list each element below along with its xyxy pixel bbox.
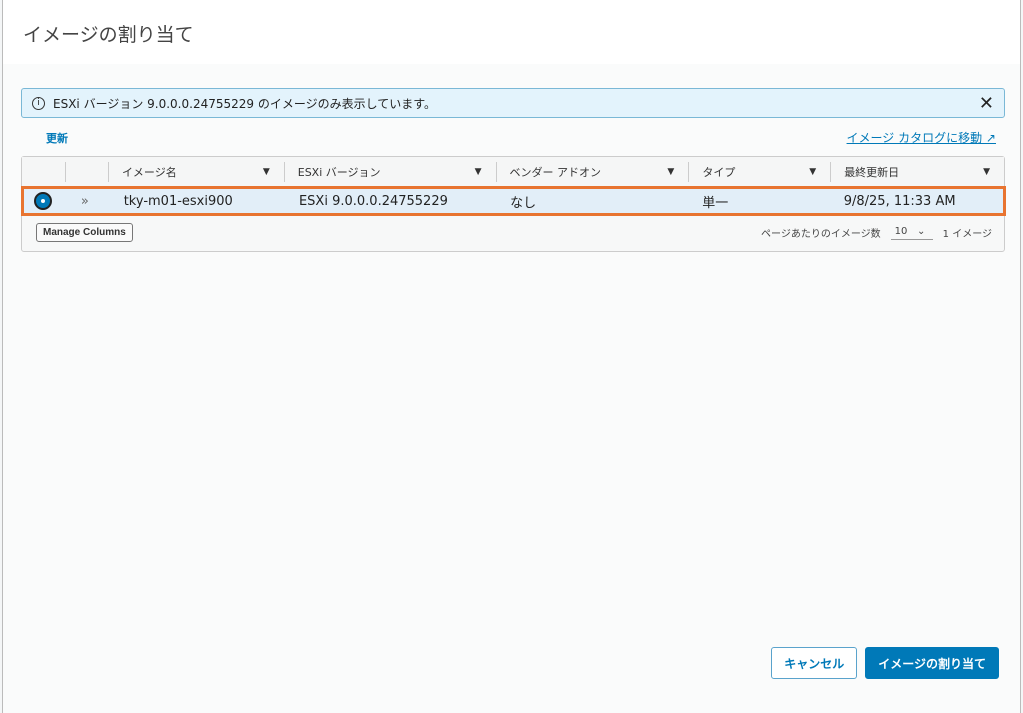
column-label: ベンダー アドオン (509, 166, 602, 179)
cell-updated: 9/8/25, 11:33 AM (843, 193, 956, 209)
select-column-header (22, 157, 65, 187)
table-footer: Manage Columns ページあたりのイメージ数 10 ⌄ 1 イメージ (36, 223, 992, 242)
filter-icon[interactable]: ▼ (667, 167, 674, 177)
row-radio-selected[interactable] (34, 192, 52, 210)
cell-name: tky-m01-esxi900 (123, 193, 233, 209)
refresh-link[interactable]: 更新 (46, 130, 68, 146)
per-page-label: ページあたりのイメージ数 (761, 229, 881, 240)
table-header: イメージ名 ▼ ESXi バージョン ▼ ベンダー アドオン ▼ タイプ ▼ 最終更新日… (22, 157, 1004, 187)
assign-image-dialog: イメージの割り当て i ESXi バージョン 9.0.0.0.24755229 … (2, 0, 1021, 713)
column-header-vendor[interactable]: ベンダー アドオン ▼ (495, 157, 689, 187)
assign-image-button[interactable]: イメージの割り当て (865, 647, 999, 679)
alert-text: ESXi バージョン 9.0.0.0.24755229 のイメージのみ表示してい… (53, 96, 437, 111)
image-catalog-link[interactable]: イメージ カタログに移動 ↗ (847, 129, 996, 146)
column-header-type[interactable]: タイプ ▼ (688, 157, 830, 187)
expand-icon[interactable]: » (67, 189, 110, 213)
expand-column-header (64, 157, 108, 187)
image-count: 1 イメージ (942, 229, 992, 240)
cancel-button[interactable]: キャンセル (771, 647, 858, 679)
column-header-updated[interactable]: 最終更新日 ▼ (830, 157, 1004, 187)
per-page-select[interactable]: 10 ⌄ (890, 225, 933, 240)
cell-vendor: なし (510, 195, 537, 211)
column-label: ESXi バージョン (297, 166, 381, 179)
filter-icon[interactable]: ▼ (809, 167, 816, 177)
dialog-title: イメージの割り当て (3, 0, 1020, 64)
pagination: ページあたりのイメージ数 10 ⌄ 1 イメージ (761, 225, 992, 241)
filter-icon[interactable]: ▼ (475, 167, 482, 177)
info-icon: i (32, 96, 45, 110)
filter-icon[interactable]: ▼ (263, 167, 270, 177)
table-row[interactable]: » tky-m01-esxi900 ESXi 9.0.0.0.24755229 … (21, 186, 1006, 216)
column-label: タイプ (702, 166, 736, 179)
image-table: イメージ名 ▼ ESXi バージョン ▼ ベンダー アドオン ▼ タイプ ▼ 最終更新日… (21, 156, 1006, 252)
column-header-name[interactable]: イメージ名 ▼ (107, 157, 284, 187)
close-icon[interactable]: ✕ (979, 93, 994, 114)
cell-version: ESXi 9.0.0.0.24755229 (298, 193, 448, 209)
column-label: 最終更新日 (844, 166, 900, 179)
column-header-version[interactable]: ESXi バージョン ▼ (283, 157, 496, 187)
column-label: イメージ名 (121, 166, 177, 179)
per-page-value: 10 (894, 225, 908, 237)
filter-icon[interactable]: ▼ (983, 167, 990, 177)
cell-type: 単一 (702, 195, 729, 211)
info-alert: i ESXi バージョン 9.0.0.0.24755229 のイメージのみ表示し… (21, 88, 1005, 118)
manage-columns-button[interactable]: Manage Columns (36, 223, 133, 242)
chevron-down-icon: ⌄ (916, 225, 926, 237)
